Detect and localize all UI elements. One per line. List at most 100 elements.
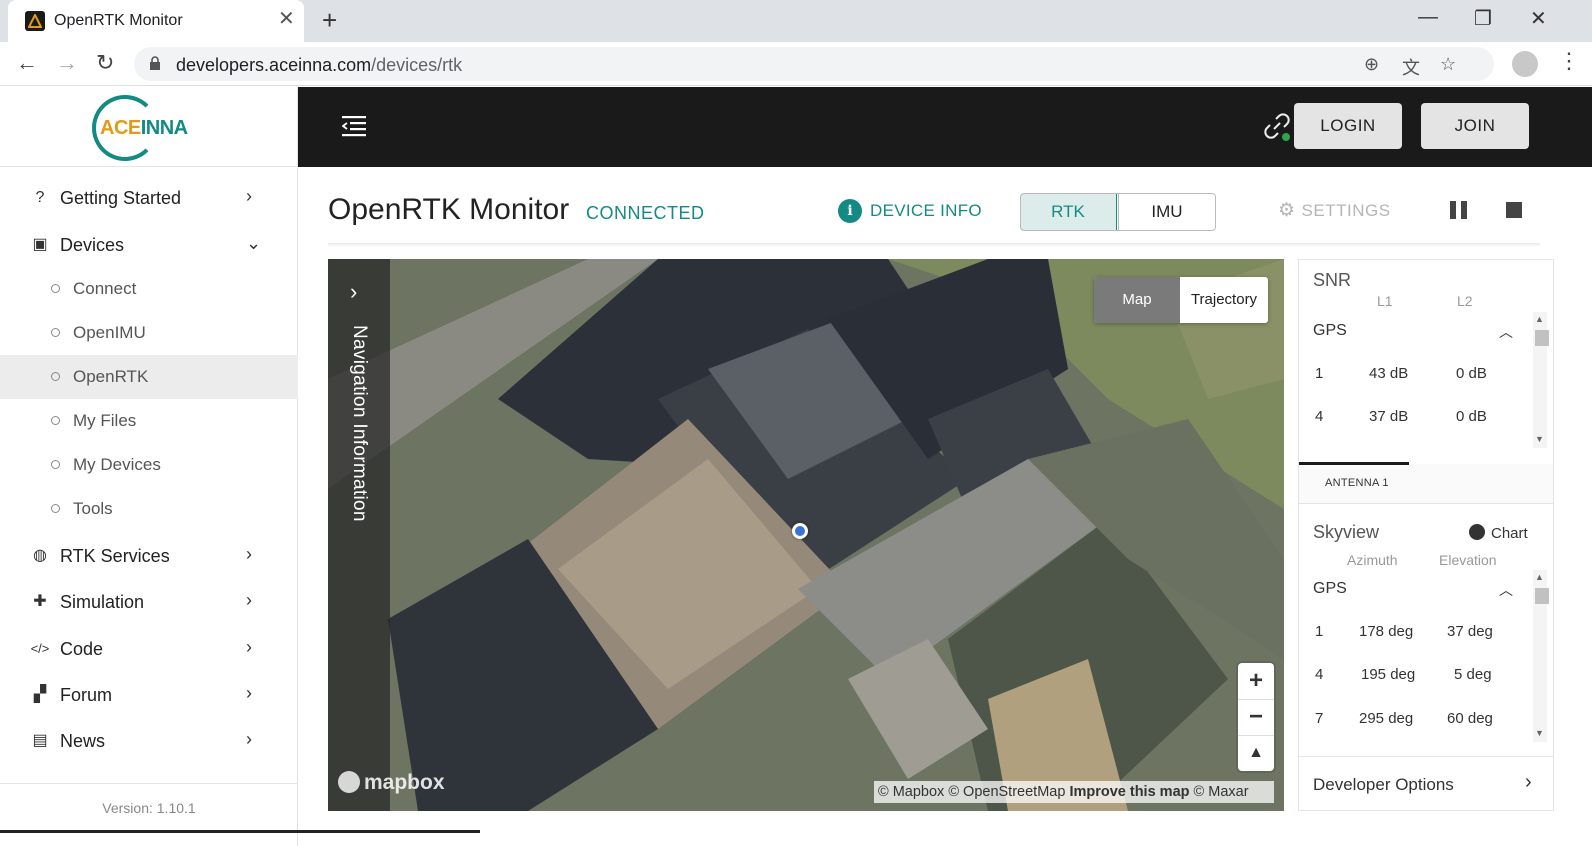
snr-scrollbar[interactable]: ▲ ▼ bbox=[1533, 312, 1549, 448]
map-view-button[interactable]: Map bbox=[1094, 277, 1180, 323]
chevron-right-icon: › bbox=[246, 637, 252, 657]
mode-imu-button[interactable]: IMU bbox=[1118, 194, 1215, 230]
sidebar-subitem-my-files[interactable]: My Files bbox=[0, 399, 298, 443]
skyview-gps-section[interactable]: GPS bbox=[1313, 580, 1347, 598]
chevron-down-icon: ⌄ bbox=[246, 233, 262, 253]
forum-icon: ▞ bbox=[33, 686, 47, 703]
mode-rtk-button[interactable]: RTK bbox=[1021, 194, 1117, 230]
attribution-maxar[interactable]: © Maxar bbox=[1194, 784, 1249, 800]
bullet-icon bbox=[51, 284, 60, 293]
position-marker bbox=[792, 523, 808, 539]
skyview-row: 7 295 deg 60 deg bbox=[1299, 710, 1535, 730]
back-icon[interactable]: ← bbox=[16, 52, 38, 74]
snr-sat-id: 1 bbox=[1315, 365, 1324, 382]
sidebar-subitem-label: Connect bbox=[73, 279, 137, 298]
zoom-out-icon[interactable]: − bbox=[1238, 699, 1274, 735]
profile-avatar-icon[interactable] bbox=[1512, 51, 1538, 77]
chevron-up-icon[interactable]: ︿ bbox=[1499, 580, 1513, 600]
sidebar-subitem-openimu[interactable]: OpenIMU bbox=[0, 311, 298, 355]
sidebar-item-getting-started[interactable]: ? Getting Started › bbox=[0, 176, 298, 220]
skyview-azimuth-value: 195 deg bbox=[1361, 666, 1416, 683]
logo[interactable]: ACEINNA bbox=[0, 87, 298, 167]
code-icon: </> bbox=[30, 641, 50, 656]
url-input[interactable]: developers.aceinna.com/devices/rtk ⊕ 文 ☆ bbox=[134, 47, 1494, 81]
trajectory-view-button[interactable]: Trajectory bbox=[1180, 277, 1268, 323]
sidebar-item-forum[interactable]: ▞ Forum › bbox=[0, 673, 298, 717]
browser-tab-bar: OpenRTK Monitor ✕ + — ❐ ✕ bbox=[0, 0, 1592, 42]
chevron-up-icon[interactable]: ︿ bbox=[1499, 322, 1513, 342]
menu-collapse-icon[interactable] bbox=[342, 114, 368, 138]
skyview-row: 1 178 deg 37 deg bbox=[1299, 623, 1535, 643]
new-tab-icon[interactable]: + bbox=[322, 7, 337, 33]
restore-icon[interactable]: ❐ bbox=[1474, 6, 1492, 31]
attribution-text[interactable]: © Mapbox © OpenStreetMap bbox=[878, 784, 1065, 800]
sidebar-subitem-label: Tools bbox=[73, 499, 113, 518]
stop-icon[interactable] bbox=[1506, 202, 1522, 218]
sidebar-subitem-my-devices[interactable]: My Devices bbox=[0, 443, 298, 487]
bookmark-star-icon[interactable]: ☆ bbox=[1440, 54, 1456, 75]
bullet-icon bbox=[51, 372, 60, 381]
pause-icon[interactable] bbox=[1450, 201, 1468, 219]
compass-icon[interactable]: ▲ bbox=[1238, 735, 1274, 771]
tab-antenna-1[interactable]: ANTENNA 1 bbox=[1325, 477, 1389, 489]
skyview-elevation-value: 5 deg bbox=[1454, 666, 1492, 683]
map-view-toggle: Map Trajectory bbox=[1094, 277, 1268, 323]
zoom-in-icon[interactable]: + bbox=[1238, 663, 1274, 699]
snr-l2-value: 0 dB bbox=[1456, 408, 1487, 425]
sidebar-item-devices[interactable]: ▣ Devices ⌄ bbox=[0, 223, 298, 267]
sidebar-item-simulation[interactable]: ✚ Simulation › bbox=[0, 580, 298, 624]
browser-tab[interactable]: OpenRTK Monitor ✕ bbox=[8, 0, 304, 42]
logo-text: ACEINNA bbox=[100, 117, 188, 139]
mapbox-logo-text: mapbox bbox=[364, 771, 445, 794]
window-close-icon[interactable]: ✕ bbox=[1530, 6, 1547, 31]
reload-icon[interactable]: ↻ bbox=[96, 52, 114, 74]
sidebar-item-code[interactable]: </> Code › bbox=[0, 627, 298, 671]
mapbox-logo[interactable]: mapbox bbox=[338, 771, 445, 795]
signal-panel: SNR L1 L2 GPS ︿ 1 43 dB 0 dB 4 37 dB 0 d… bbox=[1298, 259, 1554, 811]
snr-col-l2: L2 bbox=[1457, 293, 1473, 309]
skyview-sat-id: 7 bbox=[1315, 710, 1324, 727]
chevron-right-icon[interactable]: › bbox=[350, 279, 357, 305]
login-button[interactable]: LOGIN bbox=[1294, 103, 1402, 149]
skyview-sat-id: 1 bbox=[1315, 623, 1324, 640]
developer-options-button[interactable]: Developer Options › bbox=[1299, 756, 1553, 810]
join-button[interactable]: JOIN bbox=[1421, 103, 1529, 149]
snr-l1-value: 37 dB bbox=[1369, 408, 1409, 425]
navigation-info-panel[interactable]: › Navigation Information bbox=[328, 259, 390, 811]
browser-menu-icon[interactable]: ⋮ bbox=[1558, 50, 1580, 72]
skyview-scrollbar[interactable]: ▲ ▼ bbox=[1533, 570, 1549, 742]
skyview-title: Skyview bbox=[1313, 522, 1380, 542]
add-icon[interactable]: ⊕ bbox=[1364, 54, 1379, 75]
skyview-azimuth-value: 295 deg bbox=[1359, 710, 1414, 727]
scrollbar-thumb[interactable] bbox=[1535, 588, 1549, 604]
sidebar-item-news[interactable]: ▤ News › bbox=[0, 719, 298, 763]
bullet-icon bbox=[51, 328, 60, 337]
translate-icon[interactable]: 文 bbox=[1402, 54, 1420, 80]
mode-toggle: RTK IMU bbox=[1020, 193, 1216, 231]
sidebar-item-label: Simulation bbox=[60, 592, 145, 612]
improve-map-link[interactable]: Improve this map bbox=[1069, 784, 1189, 800]
skyview-elevation-value: 60 deg bbox=[1447, 710, 1493, 727]
sidebar-item-label: Code bbox=[60, 639, 104, 659]
sidebar-subitem-tools[interactable]: Tools bbox=[0, 487, 298, 531]
scrollbar-thumb[interactable] bbox=[1535, 330, 1549, 346]
minimize-icon[interactable]: — bbox=[1418, 6, 1438, 29]
sidebar-item-rtk-services[interactable]: ◍ RTK Services › bbox=[0, 534, 298, 578]
device-info-label: DEVICE INFO bbox=[870, 201, 982, 220]
tab-close-icon[interactable]: ✕ bbox=[278, 9, 295, 29]
skyview-col-azimuth: Azimuth bbox=[1347, 552, 1398, 568]
sidebar-subitem-openrtk[interactable]: OpenRTK bbox=[0, 355, 298, 399]
settings-button[interactable]: ⚙ SETTINGS bbox=[1278, 199, 1391, 222]
satellite-map[interactable]: › Navigation Information Map Trajectory … bbox=[328, 259, 1284, 811]
forward-icon[interactable]: → bbox=[56, 52, 78, 74]
sidebar-subitem-label: OpenRTK bbox=[73, 367, 149, 386]
sidebar-subitem-connect[interactable]: Connect bbox=[0, 267, 298, 311]
snr-l1-value: 43 dB bbox=[1369, 365, 1409, 382]
sidebar-subitem-label: My Devices bbox=[73, 455, 161, 474]
skyview-chart-button[interactable]: Chart bbox=[1469, 524, 1528, 542]
chevron-right-icon: › bbox=[246, 590, 252, 610]
sidebar-item-label: News bbox=[60, 731, 106, 751]
skyview-row: 4 195 deg 5 deg bbox=[1299, 666, 1535, 686]
lock-icon bbox=[150, 56, 160, 70]
snr-gps-section[interactable]: GPS bbox=[1313, 322, 1347, 340]
